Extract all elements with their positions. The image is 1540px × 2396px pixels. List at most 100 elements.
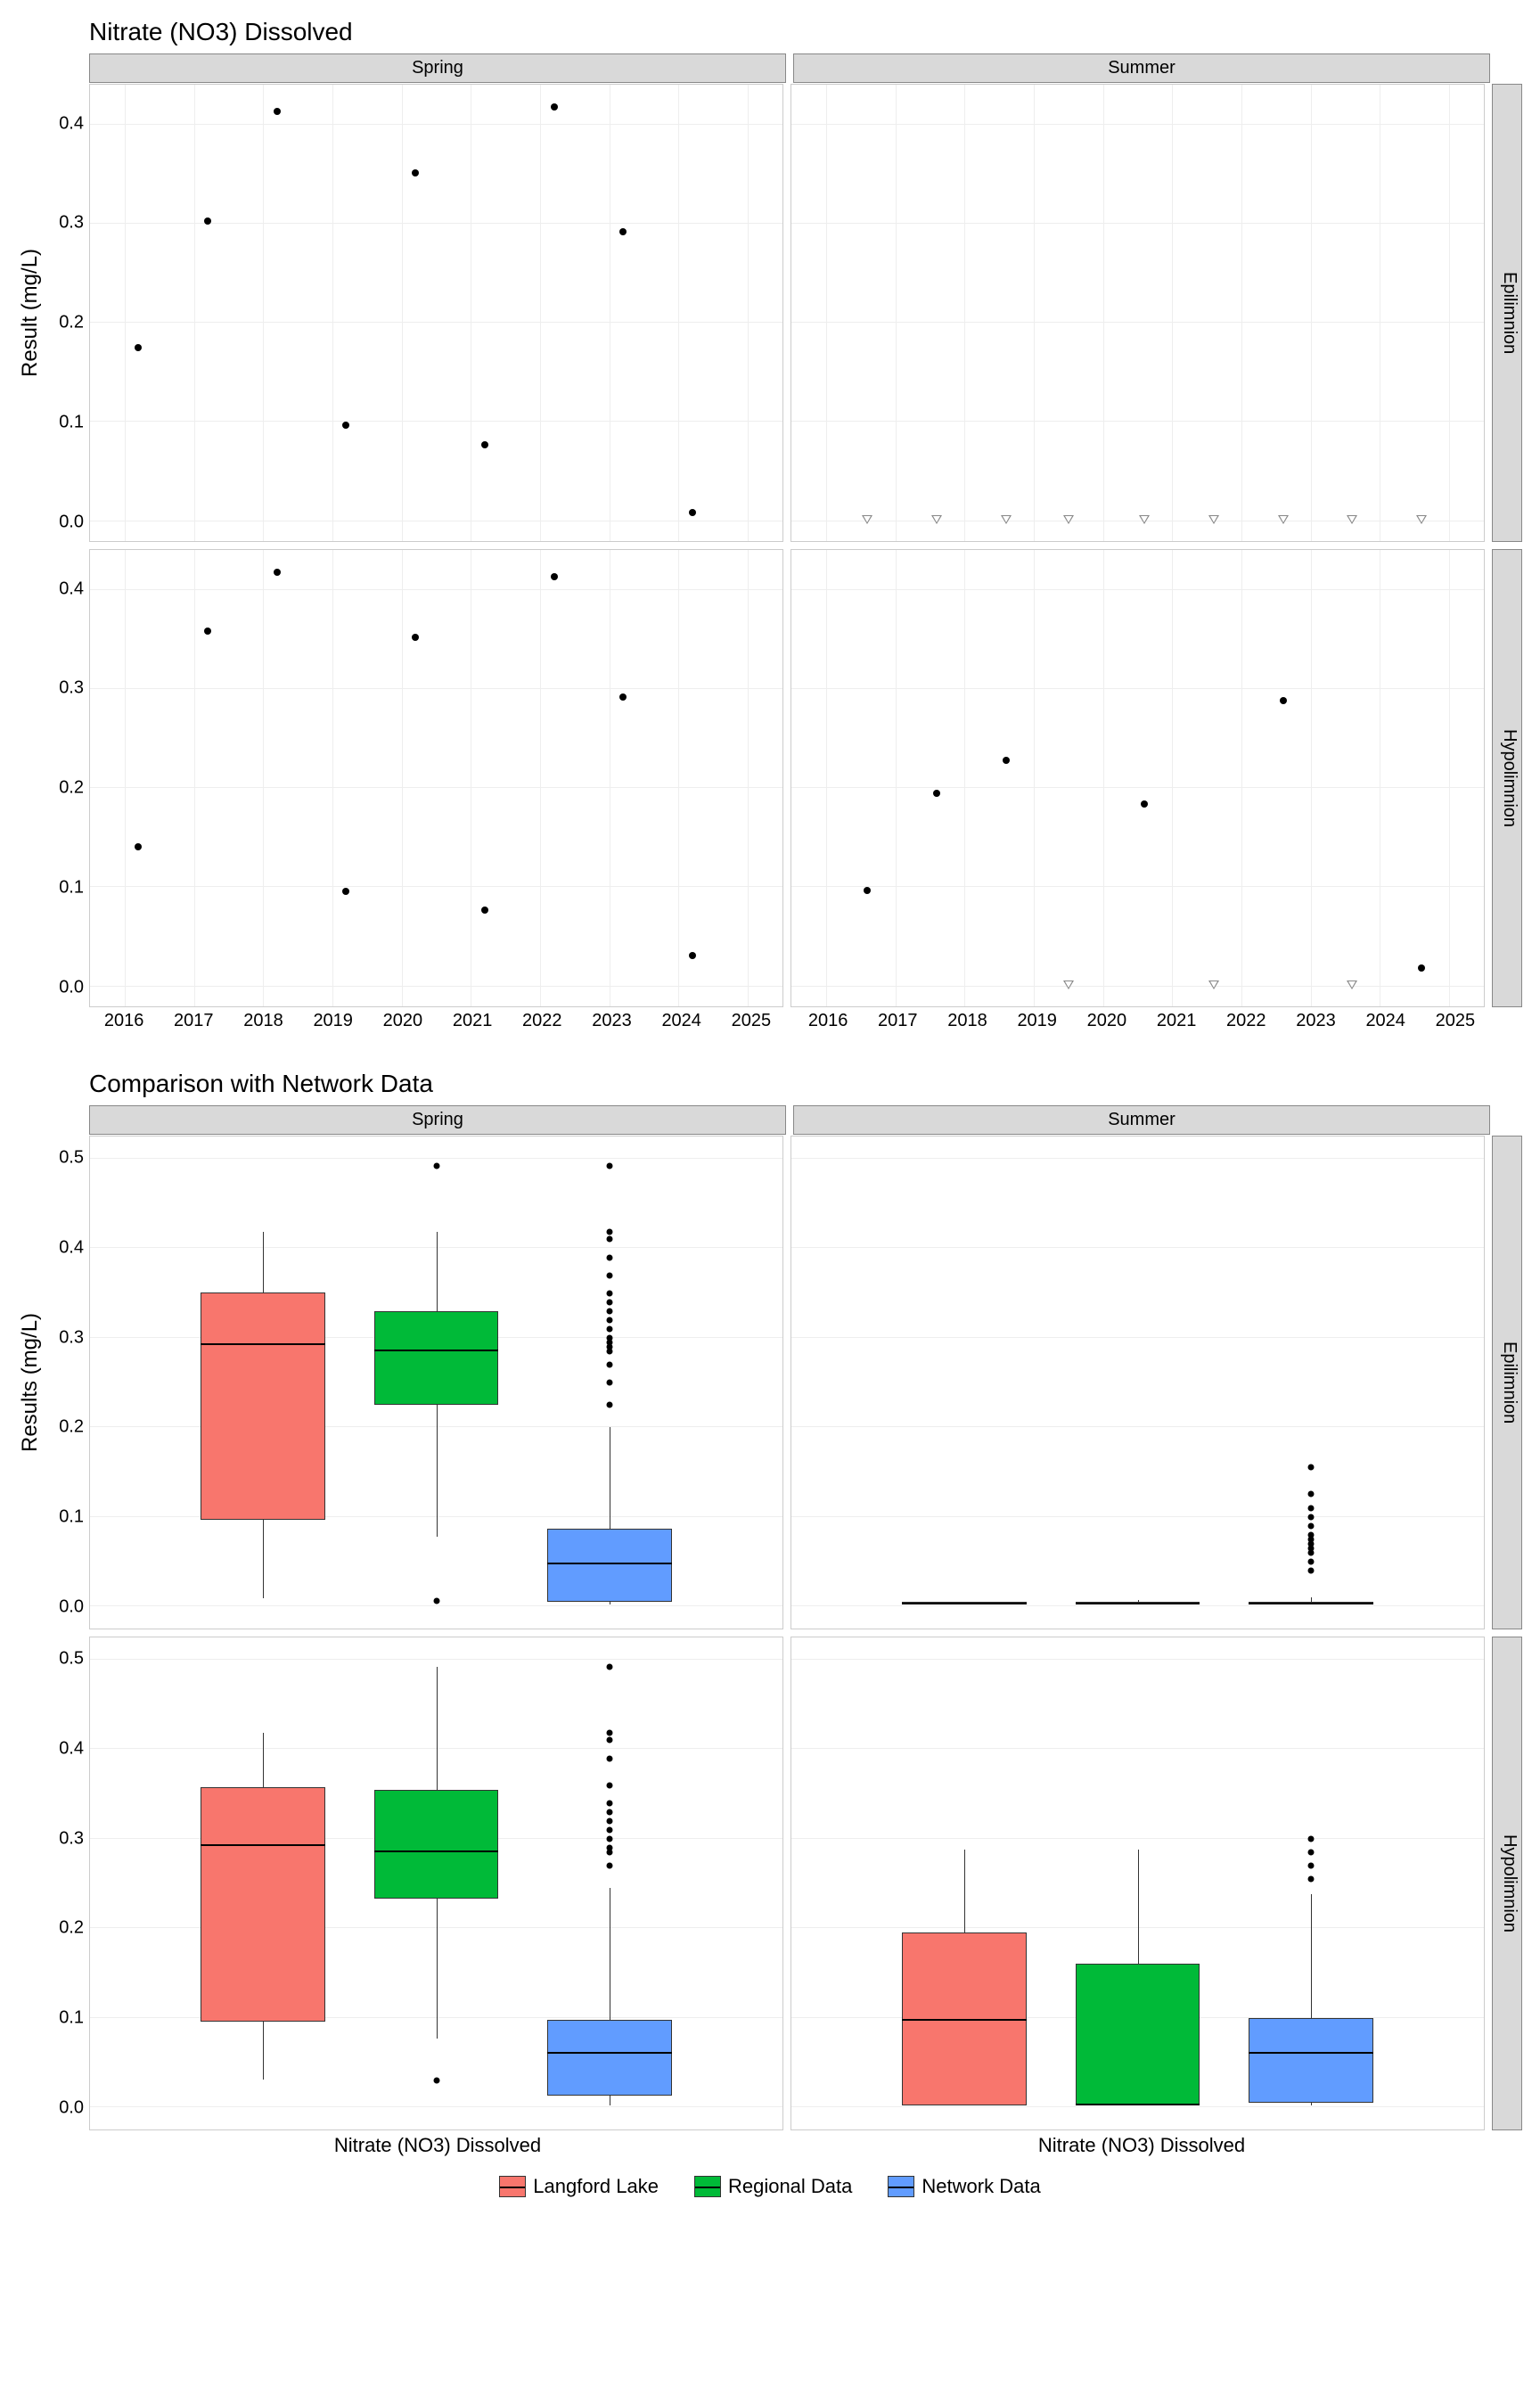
box-panel-summer-hypolimnion [790,1637,1485,2130]
outlier-marker [606,1229,612,1235]
dot-marker [551,103,558,111]
dot-marker [933,790,940,797]
dot-marker [1418,964,1425,972]
row-strip-hypolimnion: Hypolimnion [1492,549,1522,1007]
x-tick: 2024 [1365,1011,1405,1031]
dot-marker [689,509,696,516]
outlier-marker [606,1737,612,1744]
box-median [201,1844,325,1846]
col-strip-summer: Summer [793,53,1490,83]
dot-marker [1280,697,1287,704]
x-tick: 2021 [453,1011,493,1031]
x-tick: 2025 [732,1011,772,1031]
y-tick: 0.3 [59,1327,84,1348]
x-tick: 2025 [1436,1011,1476,1031]
triangle-marker [1063,981,1074,989]
triangle-marker [1063,515,1074,524]
outlier-marker [606,1254,612,1260]
panel-spring-epilimnion [89,84,783,542]
legend-item-network: Network Data [888,2175,1040,2198]
dot-marker [864,887,871,894]
box-chart: Comparison with Network Data Spring Summ… [18,1070,1522,2198]
y-tick: 0.1 [59,412,84,432]
scatter-chart: Nitrate (NO3) Dissolved Spring Summer Re… [18,18,1522,1034]
dot-marker [274,108,281,115]
triangle-marker [1347,515,1357,524]
box-body [547,1529,672,1602]
y-tick: 0.2 [59,1417,84,1438]
box-median [547,2052,672,2054]
outlier-marker [606,1290,612,1296]
outlier-marker [606,1809,612,1815]
triangle-marker [1416,515,1427,524]
row-strip-epilimnion-2: Epilimnion [1492,1136,1522,1629]
x-tick: 2020 [1087,1011,1127,1031]
outlier-marker [606,1299,612,1305]
dot-marker [412,169,419,176]
x-tick: 2017 [878,1011,918,1031]
dot-marker [135,843,142,850]
legend-key-icon [499,2176,526,2197]
chart-1-title: Nitrate (NO3) Dissolved [18,18,1522,46]
dot-marker [481,907,488,914]
box-body [374,1311,499,1405]
y-tick: 0.0 [59,977,84,997]
outlier-marker [606,1862,612,1868]
x-tick: 2019 [313,1011,353,1031]
y-tick: 0.1 [59,1507,84,1528]
outlier-marker [606,1664,612,1670]
box-body [201,1787,325,2022]
triangle-marker [1208,981,1219,989]
outlier-marker [606,1308,612,1314]
box-median [374,1350,499,1351]
outlier-marker [606,1844,612,1850]
outlier-marker [606,1755,612,1761]
y-tick: 0.4 [59,1738,84,1759]
y-tick: 0.1 [59,2008,84,2029]
outlier-marker [606,1380,612,1386]
x-tick: 2018 [243,1011,283,1031]
box-body [1076,1964,1200,2105]
box-median [547,1563,672,1564]
box-body [201,1292,325,1520]
legend-label: Regional Data [728,2175,852,2198]
x-tick: 2021 [1157,1011,1197,1031]
col-strip-spring: Spring [89,53,786,83]
y-tick: 0.4 [59,113,84,134]
x-tick: 2016 [808,1011,848,1031]
outlier-marker [1307,1505,1314,1511]
y-tick: 0.5 [59,1649,84,1670]
legend-label: Langford Lake [533,2175,659,2198]
box-median [374,1850,499,1852]
outlier-marker [1307,1514,1314,1520]
outlier-marker [606,1334,612,1341]
outlier-marker [606,1236,612,1243]
box-median [1076,1603,1200,1604]
outlier-marker [1307,1465,1314,1471]
outlier-marker [606,1163,612,1169]
outlier-marker [1307,1567,1314,1573]
panel-summer-epilimnion [790,84,1485,542]
outlier-marker [1307,1835,1314,1842]
outlier-marker [606,1317,612,1323]
triangle-marker [862,515,872,524]
dot-marker [619,228,627,235]
box-median [1249,2052,1373,2054]
outlier-marker [606,1800,612,1806]
outlier-marker [1307,1522,1314,1529]
legend: Langford Lake Regional Data Network Data [18,2175,1522,2198]
legend-label: Network Data [922,2175,1040,2198]
y-tick: 0.4 [59,578,84,599]
triangle-marker [1208,515,1219,524]
legend-item-regional: Regional Data [694,2175,852,2198]
outlier-marker [606,1402,612,1408]
legend-key-icon [888,2176,914,2197]
dot-marker [689,952,696,959]
dot-marker [342,888,349,895]
dot-marker [204,628,211,635]
box-panel-summer-epilimnion [790,1136,1485,1629]
y-tick: 0.1 [59,877,84,898]
y-tick: 0.3 [59,1828,84,1849]
outlier-marker [606,1782,612,1788]
x-label-summer: Nitrate (NO3) Dissolved [793,2134,1490,2157]
